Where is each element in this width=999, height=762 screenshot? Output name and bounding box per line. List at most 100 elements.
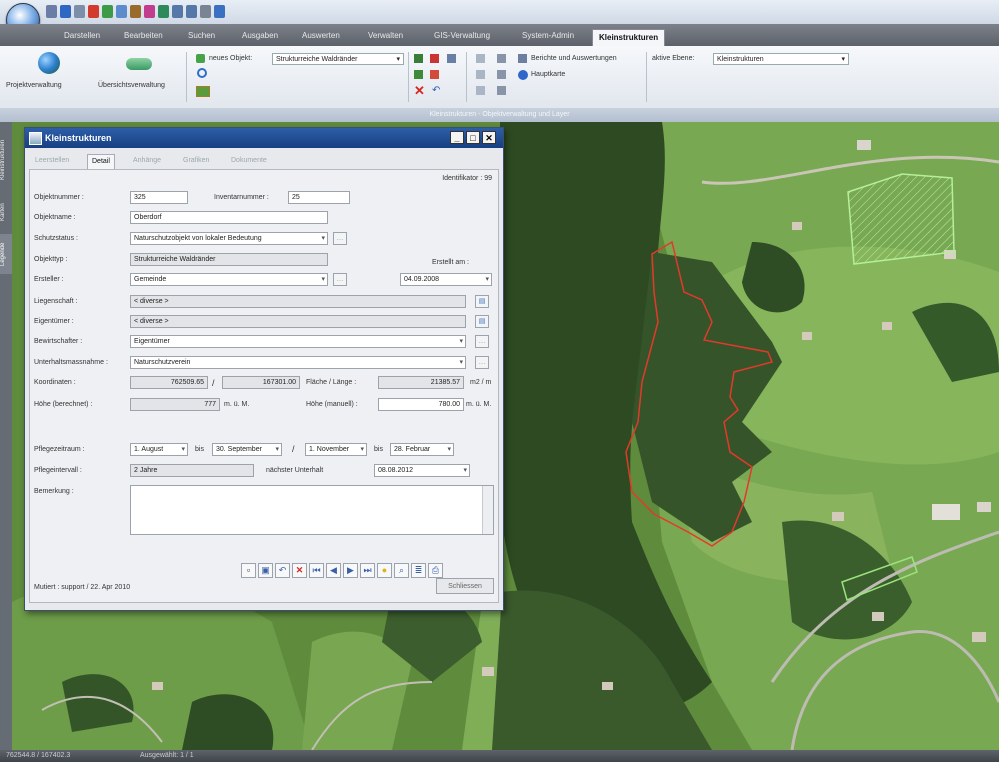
maximize-button[interactable]: □ xyxy=(466,131,480,144)
map-icon[interactable] xyxy=(102,5,113,18)
draw-line-icon[interactable] xyxy=(414,70,423,79)
undo-icon[interactable] xyxy=(60,5,71,18)
grid-icon[interactable] xyxy=(497,70,506,79)
objektname-field[interactable]: Oberdorf xyxy=(130,211,328,224)
globe-icon[interactable] xyxy=(38,52,60,74)
edit-vertex-icon[interactable] xyxy=(430,54,439,63)
bis-label: bis xyxy=(374,446,383,453)
tab-verwalten[interactable]: Verwalten xyxy=(362,28,409,44)
side-tab-karten[interactable]: Karten xyxy=(0,192,12,232)
print-icon[interactable]: ⎙ xyxy=(428,563,443,578)
zoom-out-icon[interactable] xyxy=(186,5,197,18)
bewirtschafter-more-button[interactable]: … xyxy=(475,335,489,348)
expand-icon[interactable] xyxy=(497,86,506,95)
inventarnummer-field[interactable]: 25 xyxy=(288,191,350,204)
edit-pen-icon[interactable] xyxy=(414,54,423,63)
new-record-icon[interactable]: ▫ xyxy=(241,563,256,578)
info-icon[interactable] xyxy=(214,5,225,18)
naechster-unterhalt-date[interactable]: 08.08.2012 ▾ xyxy=(374,464,470,477)
refresh-icon[interactable] xyxy=(88,5,99,18)
zoom-in-icon[interactable] xyxy=(172,5,183,18)
select-icon[interactable] xyxy=(144,5,155,18)
active-layer-select[interactable]: Kleinstrukturen ▾ xyxy=(713,53,849,65)
delete-icon[interactable]: ✕ xyxy=(414,84,425,97)
bewirtschafter-select[interactable]: Eigentümer ▾ xyxy=(130,335,466,348)
basemap-icon[interactable] xyxy=(518,70,528,80)
liegenschaft-lookup-button[interactable]: ▤ xyxy=(475,295,489,308)
tab-auswerten[interactable]: Auswerten xyxy=(296,28,346,44)
save-icon[interactable] xyxy=(447,54,456,63)
tab-dokumente[interactable]: Dokumente xyxy=(227,154,271,168)
back-icon[interactable] xyxy=(476,54,485,63)
lightbulb-icon[interactable]: ● xyxy=(377,563,392,578)
overview-icon[interactable] xyxy=(126,58,152,70)
print-icon[interactable] xyxy=(130,5,141,18)
schliessen-button[interactable]: Schliessen xyxy=(436,578,494,594)
first-record-icon[interactable]: ⏮ xyxy=(309,563,324,578)
search-icon[interactable] xyxy=(74,5,85,18)
close-button[interactable]: ✕ xyxy=(482,131,496,144)
tab-bearbeiten[interactable]: Bearbeiten xyxy=(118,28,169,44)
save-icon[interactable]: ▣ xyxy=(258,563,273,578)
bemerkung-scrollbar[interactable] xyxy=(482,486,493,534)
delete-icon[interactable]: ✕ xyxy=(292,563,307,578)
pflege1-von-field[interactable]: 1. August ▾ xyxy=(130,443,188,456)
bemerkung-textarea[interactable] xyxy=(130,485,494,535)
ersteller-more-button[interactable]: … xyxy=(333,273,347,286)
status-message: Ausgewählt: 1 / 1 xyxy=(140,752,194,759)
tab-detail[interactable]: Detail xyxy=(87,154,115,169)
new-object-icon[interactable] xyxy=(196,54,205,63)
tab-leerstellen[interactable]: Leerstellen xyxy=(31,154,73,168)
objektnummer-field[interactable]: 325 xyxy=(130,191,188,204)
pflege2-von-field[interactable]: 1. November ▾ xyxy=(305,443,367,456)
layers-icon[interactable] xyxy=(116,5,127,18)
erstellt-date[interactable]: 04.09.2008 ▾ xyxy=(400,273,492,286)
previous-record-icon[interactable]: ◀ xyxy=(326,563,341,578)
ersteller-select[interactable]: Gemeinde ▾ xyxy=(130,273,328,286)
pan-icon[interactable] xyxy=(158,5,169,18)
tab-gis-verwaltung[interactable]: GIS-Verwaltung xyxy=(428,28,496,44)
side-tab-legende[interactable]: Legende xyxy=(0,234,12,274)
tab-suchen[interactable]: Suchen xyxy=(182,28,221,44)
report-icon[interactable] xyxy=(518,54,527,63)
erstellt-value: 04.09.2008 xyxy=(404,276,440,283)
unterhalt-select[interactable]: Naturschutzverein ▾ xyxy=(130,356,466,369)
tab-grafiken[interactable]: Grafiken xyxy=(179,154,213,168)
pflege1-bis-field[interactable]: 30. September ▾ xyxy=(212,443,282,456)
undo-icon[interactable]: ↶ xyxy=(432,86,440,96)
cross-hair-icon[interactable] xyxy=(476,86,485,95)
table-icon[interactable] xyxy=(497,54,506,63)
chevron-down-icon: ▾ xyxy=(275,446,279,453)
erase-icon[interactable] xyxy=(430,70,439,79)
picture-icon[interactable] xyxy=(196,86,210,97)
schutzstatus-more-button[interactable]: … xyxy=(333,232,347,245)
tab-system-admin[interactable]: System-Admin xyxy=(516,28,580,44)
last-record-icon[interactable]: ⏭ xyxy=(360,563,375,578)
polygon-tool-icon[interactable] xyxy=(197,68,207,78)
unterhalt-more-button[interactable]: … xyxy=(475,356,489,369)
next-record-icon[interactable]: ▶ xyxy=(343,563,358,578)
tab-ausgaben[interactable]: Ausgaben xyxy=(236,28,284,44)
minimize-button[interactable]: _ xyxy=(450,131,464,144)
pflege2-bis-field[interactable]: 28. Februar ▾ xyxy=(390,443,454,456)
schutzstatus-select[interactable]: Naturschutzobjekt von lokaler Bedeutung … xyxy=(130,232,328,245)
reports-button[interactable]: Berichte und Auswertungen xyxy=(531,55,617,62)
zoom-to-object-icon[interactable]: ⌕ xyxy=(394,563,409,578)
erstellt-label: Erstellt am : xyxy=(432,259,469,266)
side-tab-kleinstrukturen[interactable]: Kleinstrukturen xyxy=(0,130,12,190)
object-type-select[interactable]: Strukturreiche Waldränder ▾ xyxy=(272,53,404,65)
hoehe-manuell-field[interactable]: 780.00 xyxy=(378,398,464,411)
basemap-button[interactable]: Hauptkarte xyxy=(531,71,565,78)
undo-icon[interactable]: ↶ xyxy=(275,563,290,578)
home-icon[interactable] xyxy=(46,5,57,18)
dialog-title-bar[interactable]: Kleinstrukturen _ □ ✕ xyxy=(25,128,503,148)
eigentuemer-lookup-button[interactable]: ▤ xyxy=(475,315,489,328)
project-admin-button[interactable]: Projektverwaltung xyxy=(6,82,62,89)
forward-icon[interactable] xyxy=(476,70,485,79)
measure-icon[interactable] xyxy=(200,5,211,18)
tab-darstellen[interactable]: Darstellen xyxy=(58,28,106,44)
tab-anhaenge[interactable]: Anhänge xyxy=(129,154,165,168)
tab-kleinstrukturen[interactable]: Kleinstrukturen xyxy=(592,29,666,46)
overview-admin-button[interactable]: Übersichtsverwaltung xyxy=(98,82,165,89)
report-icon[interactable]: ≣ xyxy=(411,563,426,578)
